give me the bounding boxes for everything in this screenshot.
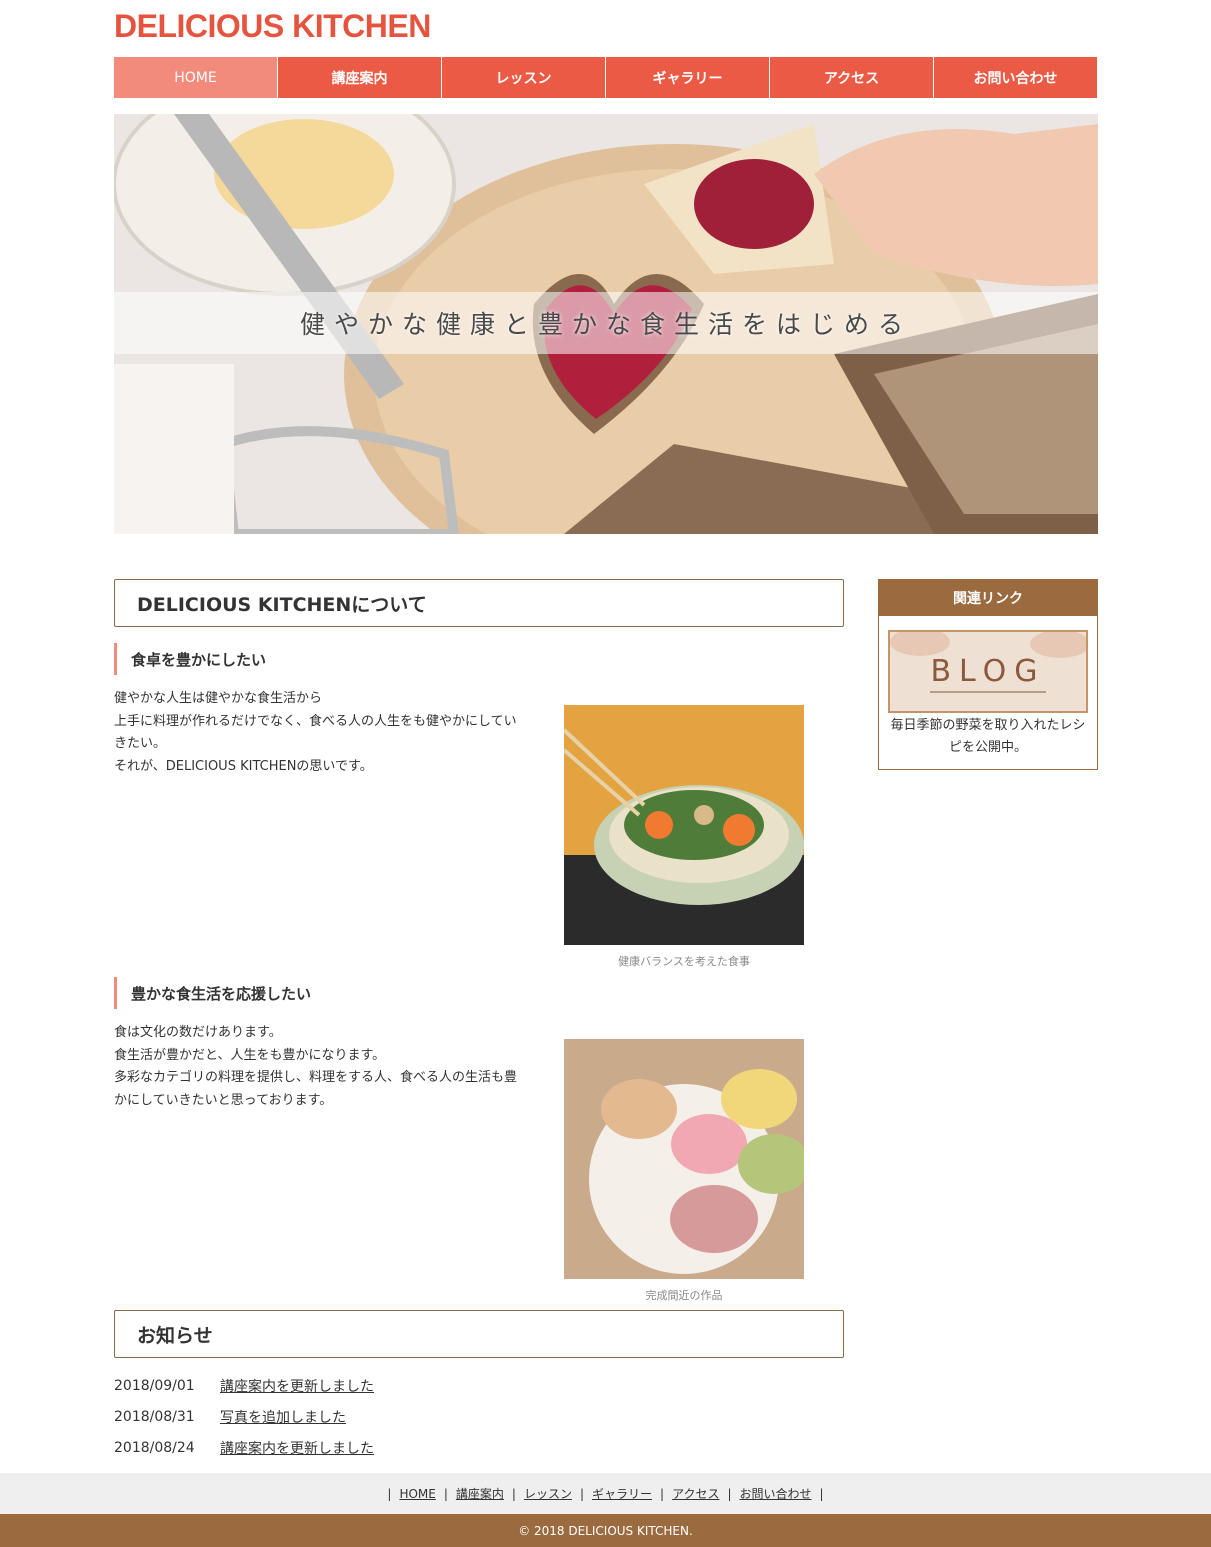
about-section-1: 食卓を豊かにしたい 健やかな人生は健やかな食生活から 上手に料理が作れるだけでな… bbox=[114, 643, 844, 968]
news-link[interactable]: 写真を追加しました bbox=[220, 1407, 346, 1427]
footer-link-access[interactable]: アクセス bbox=[672, 1485, 719, 1502]
text-line: きたい。 bbox=[114, 736, 167, 751]
blog-banner[interactable]: BLOG bbox=[888, 630, 1088, 713]
text-line: 食は文化の数だけあります。 bbox=[114, 1025, 282, 1040]
figure-macarons: 完成間近の作品 bbox=[564, 1039, 810, 1303]
footer-link-contact[interactable]: お問い合わせ bbox=[740, 1485, 812, 1502]
news-item: 2018/08/24 講座案内を更新しました bbox=[114, 1432, 844, 1463]
news-date: 2018/09/01 bbox=[114, 1377, 195, 1394]
news-date: 2018/08/31 bbox=[114, 1408, 195, 1425]
nav-item-gallery[interactable]: ギャラリー bbox=[606, 57, 770, 98]
figure-healthy-meal: 健康バランスを考えた食事 bbox=[562, 705, 804, 969]
sidebar-heading: 関連リンク bbox=[879, 580, 1097, 616]
section-text: 食は文化の数だけあります。 食生活が豊かだと、人生をも豊かになります。 多彩なカ… bbox=[114, 1022, 552, 1112]
hero-tagline: 健やかな健康と豊かな食生活をはじめる bbox=[299, 310, 912, 339]
separator: | bbox=[660, 1486, 665, 1501]
global-nav: HOME 講座案内 レッスン ギャラリー アクセス お問い合わせ bbox=[114, 57, 1097, 98]
text-line: ピを公開中。 bbox=[948, 740, 1027, 755]
text-line: 食生活が豊かだと、人生をも豊かになります。 bbox=[114, 1047, 386, 1063]
news-list: 2018/09/01 講座案内を更新しました 2018/08/31 写真を追加し… bbox=[114, 1370, 844, 1463]
separator: | bbox=[727, 1486, 732, 1501]
news-link[interactable]: 講座案内を更新しました bbox=[220, 1376, 374, 1396]
about-section-2: 豊かな食生活を応援したい 食は文化の数だけあります。 食生活が豊かだと、人生をも… bbox=[114, 977, 844, 1302]
site-logo[interactable]: DELICIOUS KITCHEN bbox=[114, 8, 431, 45]
footer-link-gallery[interactable]: ギャラリー bbox=[592, 1485, 652, 1502]
text-line: かにしていきたいと思っております。 bbox=[114, 1092, 333, 1108]
hero-image: 健やかな健康と豊かな食生活をはじめる bbox=[114, 114, 1098, 534]
separator: | bbox=[579, 1486, 585, 1501]
photo-hotpot bbox=[562, 705, 804, 945]
main-content: DELICIOUS KITCHENについて 食卓を豊かにしたい 健やかな人生は健… bbox=[114, 579, 844, 1463]
nav-item-lessons[interactable]: レッスン bbox=[442, 57, 606, 98]
text-line: 上手に料理が作れるだけでなく、食べる人の人生をも健やかにしてい bbox=[114, 713, 517, 729]
separator: | bbox=[387, 1486, 392, 1501]
sidebar-related-links: 関連リンク BLOG 毎日季節の野菜を取り入れたレシ ピを公開中。 bbox=[878, 579, 1098, 770]
copyright: © 2018 DELICIOUS KITCHEN. bbox=[0, 1514, 1211, 1547]
separator: | bbox=[511, 1486, 516, 1501]
news-link[interactable]: 講座案内を更新しました bbox=[220, 1438, 374, 1458]
text-line: 健やかな人生は健やかな食生活から bbox=[114, 691, 323, 706]
footer-link-lessons[interactable]: レッスン bbox=[524, 1485, 572, 1502]
photo-macarons bbox=[564, 1039, 810, 1279]
nav-item-courses[interactable]: 講座案内 bbox=[278, 57, 442, 98]
news-item: 2018/09/01 講座案内を更新しました bbox=[114, 1370, 844, 1401]
nav-item-contact[interactable]: お問い合わせ bbox=[934, 57, 1097, 98]
news-date: 2018/08/24 bbox=[114, 1439, 195, 1456]
section-text: 健やかな人生は健やかな食生活から 上手に料理が作れるだけでなく、食べる人の人生を… bbox=[114, 688, 552, 778]
section-title: 豊かな食生活を応援したい bbox=[114, 977, 844, 1009]
nav-item-access[interactable]: アクセス bbox=[770, 57, 934, 98]
figure-caption: 健康バランスを考えた食事 bbox=[618, 955, 750, 968]
news-heading: お知らせ bbox=[114, 1310, 844, 1358]
blog-banner-text: BLOG bbox=[930, 654, 1046, 689]
text-line: 毎日季節の野菜を取り入れたレシ bbox=[890, 718, 1086, 733]
hero-tagline-band: 健やかな健康と豊かな食生活をはじめる bbox=[114, 292, 1098, 354]
separator: | bbox=[819, 1486, 824, 1501]
footer-link-courses[interactable]: 講座案内 bbox=[456, 1485, 504, 1502]
sidebar-description: 毎日季節の野菜を取り入れたレシ ピを公開中。 bbox=[879, 715, 1097, 759]
text-line: それが、DELICIOUS KITCHENの思いです。 bbox=[114, 758, 373, 774]
section-title: 食卓を豊かにしたい bbox=[114, 643, 844, 675]
figure-caption: 完成間近の作品 bbox=[645, 1289, 723, 1302]
footer-nav: | HOME | 講座案内 | レッスン | ギャラリー | アクセス | お問… bbox=[0, 1473, 1211, 1514]
news-item: 2018/08/31 写真を追加しました bbox=[114, 1401, 844, 1432]
footer-link-home[interactable]: HOME bbox=[399, 1487, 435, 1501]
about-heading: DELICIOUS KITCHENについて bbox=[114, 579, 844, 627]
separator: | bbox=[443, 1486, 448, 1501]
nav-item-home[interactable]: HOME bbox=[114, 57, 278, 98]
text-line: 多彩なカテゴリの料理を提供し、料理をする人、食べる人の生活も豊 bbox=[114, 1070, 518, 1085]
